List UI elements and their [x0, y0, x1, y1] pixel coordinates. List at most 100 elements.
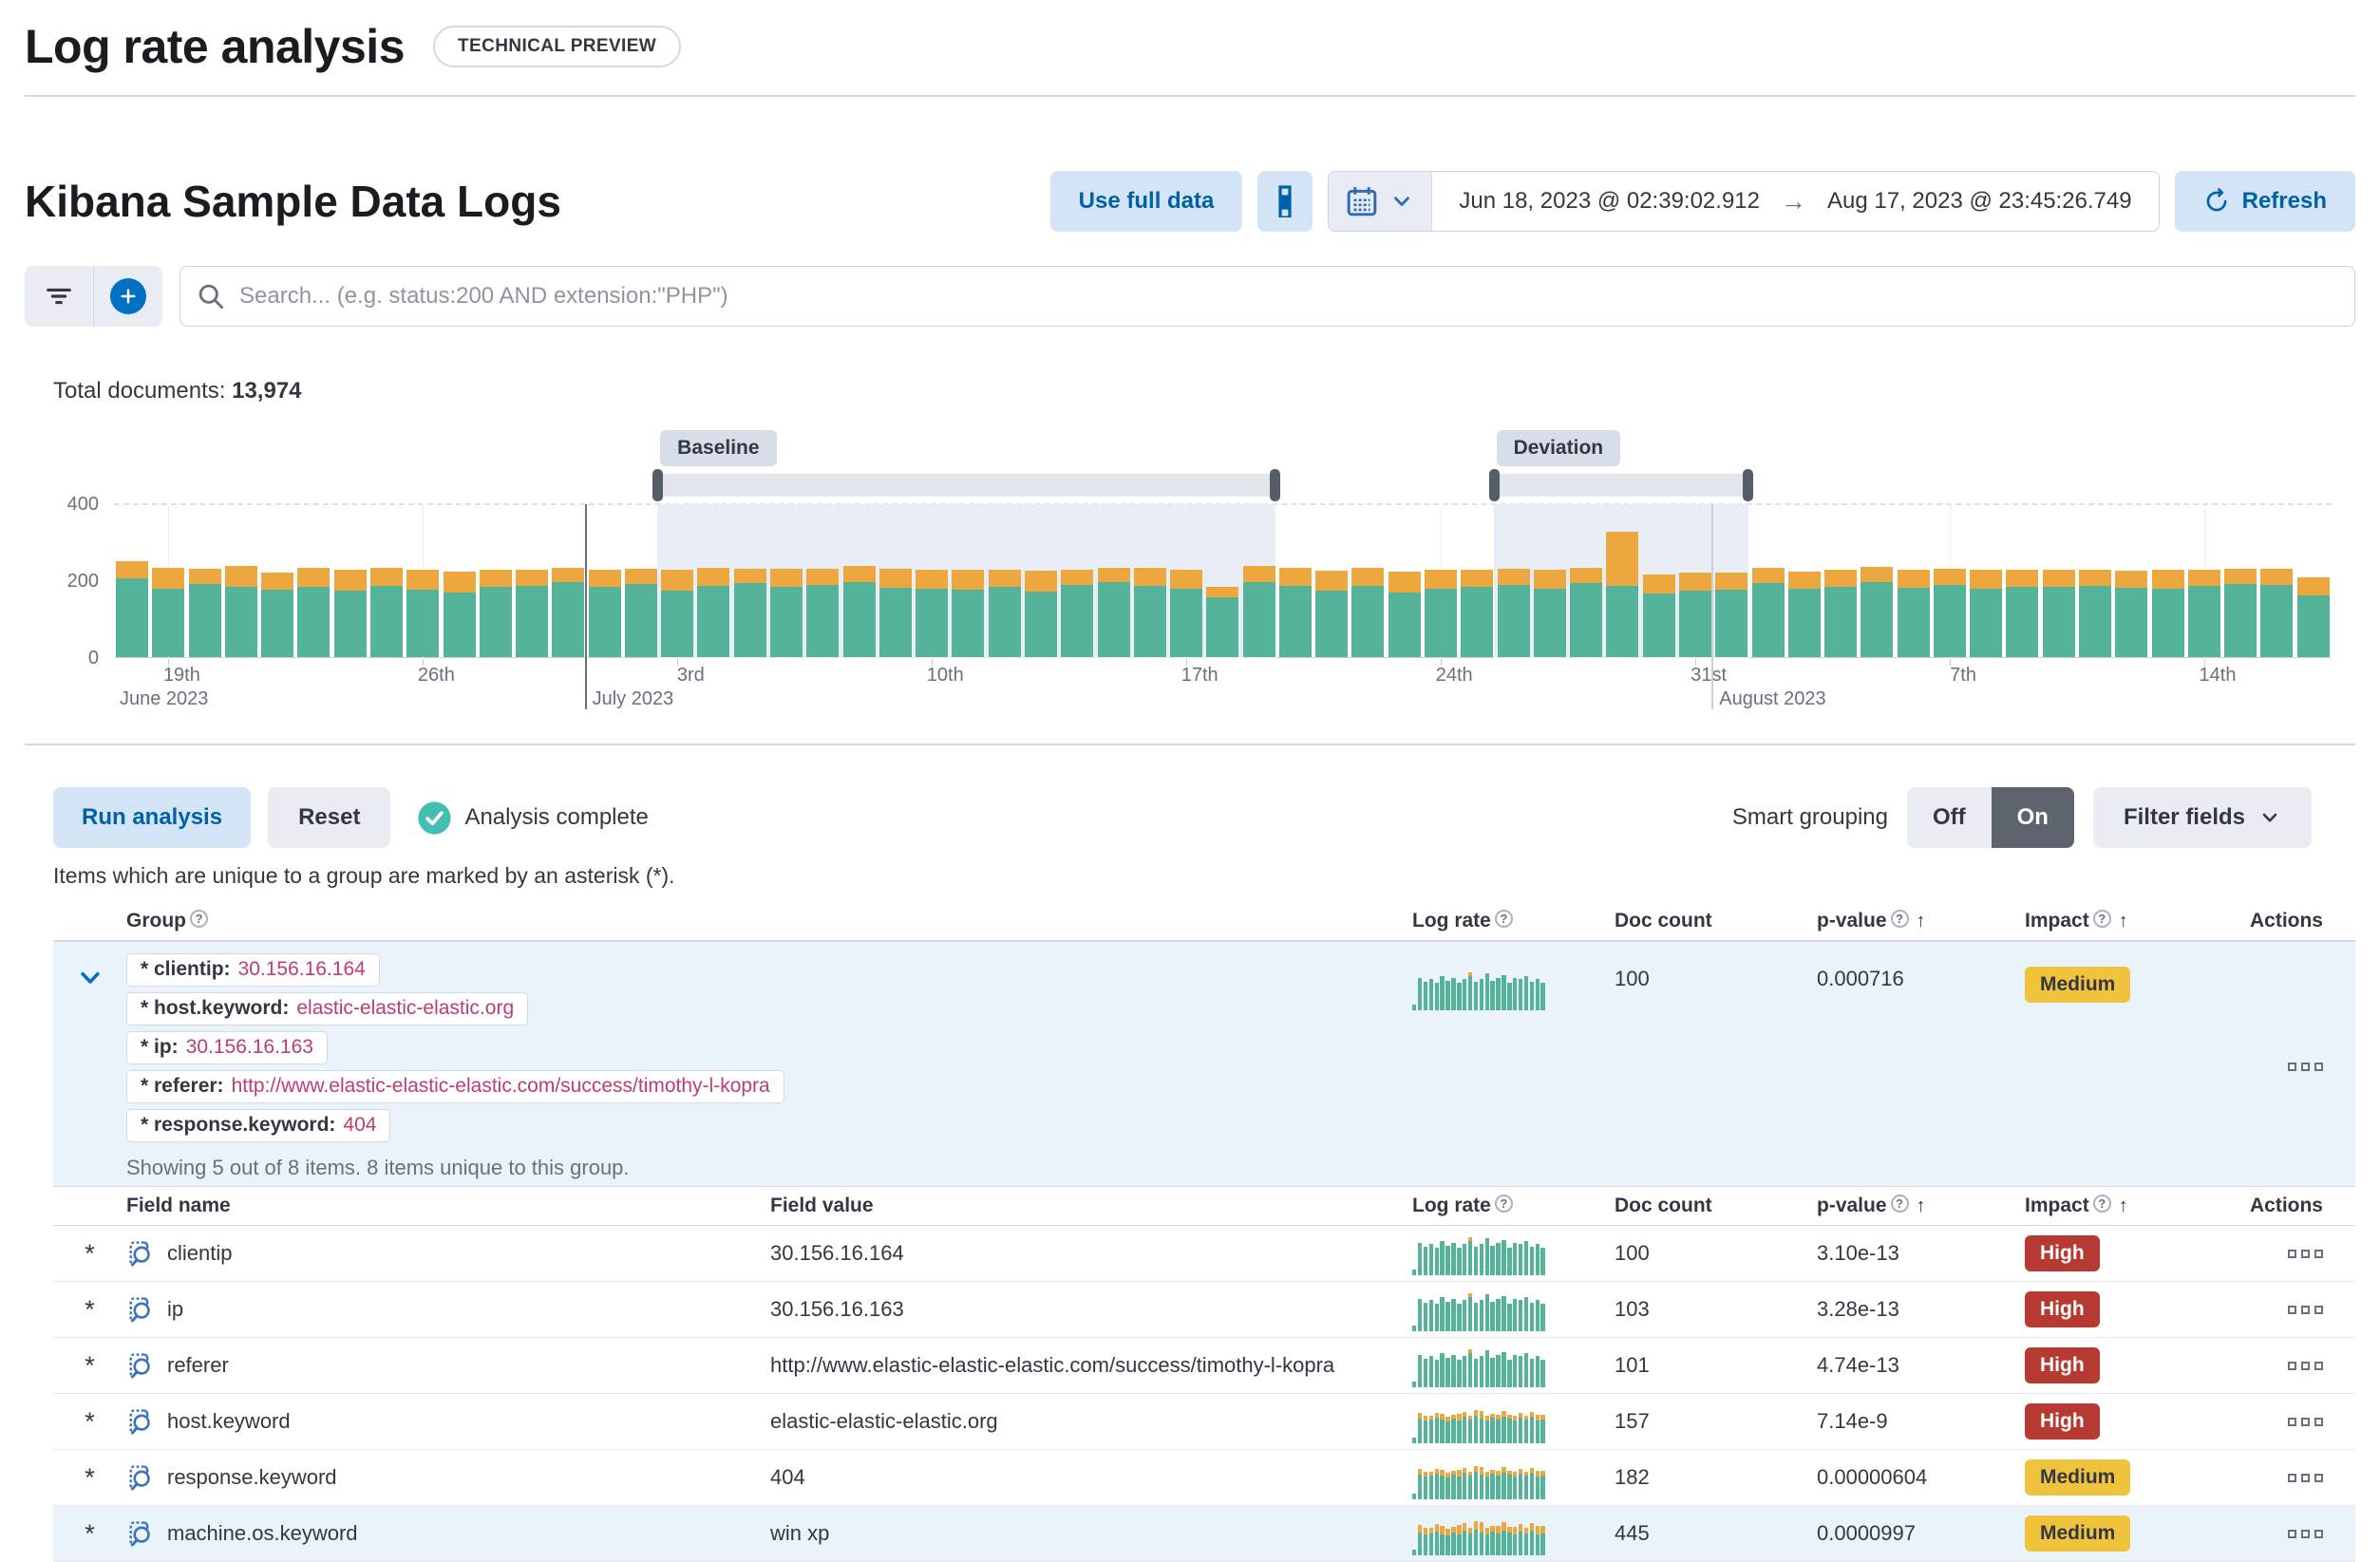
- histogram-bar[interactable]: [297, 568, 330, 657]
- histogram-bar[interactable]: [1824, 570, 1857, 657]
- field-row[interactable]: *response.keyword4041820.00000604Medium: [53, 1450, 2355, 1506]
- histogram-bar[interactable]: [444, 572, 476, 657]
- histogram-bar[interactable]: [1570, 568, 1602, 657]
- histogram-bar[interactable]: [370, 568, 403, 657]
- group-column-header[interactable]: Group?: [126, 910, 1412, 932]
- chart-plot-area[interactable]: [114, 504, 2332, 658]
- group-item-pill[interactable]: * referer:http://www.elastic-elastic-ela…: [126, 1070, 784, 1103]
- log-rate-column-header[interactable]: Log rate?: [1412, 910, 1615, 932]
- histogram-bar[interactable]: [952, 570, 984, 657]
- group-item-pill[interactable]: * clientip:30.156.16.164: [126, 953, 380, 987]
- histogram-bar[interactable]: [1098, 568, 1130, 657]
- histogram-bar[interactable]: [1025, 571, 1057, 657]
- histogram-bar[interactable]: [1861, 567, 1893, 657]
- histogram-bar[interactable]: [1679, 573, 1711, 657]
- histogram-bar[interactable]: [116, 561, 148, 657]
- log-rate-column-header[interactable]: Log rate?: [1412, 1195, 1615, 1217]
- field-row[interactable]: *ip30.156.16.1631033.28e-13High: [53, 1282, 2355, 1338]
- date-picker-quick-menu[interactable]: [1329, 172, 1432, 231]
- actions-menu-icon[interactable]: [2288, 1418, 2323, 1426]
- histogram-bar[interactable]: [589, 570, 621, 657]
- actions-menu-icon[interactable]: [2288, 1362, 2323, 1370]
- histogram-bar[interactable]: [734, 569, 766, 657]
- actions-menu-icon[interactable]: [2288, 1530, 2323, 1538]
- p-value-column-header[interactable]: p-value?↑: [1817, 910, 2025, 932]
- date-to[interactable]: Aug 17, 2023 @ 23:45:26.749: [1827, 188, 2132, 215]
- histogram-bar[interactable]: [806, 569, 839, 657]
- smart-grouping-off[interactable]: Off: [1907, 787, 1992, 848]
- histogram-bar[interactable]: [2260, 569, 2293, 657]
- histogram-bar[interactable]: [1788, 572, 1821, 657]
- actions-menu-icon[interactable]: [2288, 1306, 2323, 1314]
- histogram-bar[interactable]: [661, 570, 693, 657]
- baseline-brush-handle-left[interactable]: [652, 469, 663, 501]
- histogram-bar[interactable]: [1351, 568, 1384, 657]
- group-item-pill[interactable]: * response.keyword:404: [126, 1109, 390, 1142]
- field-row[interactable]: *clientip30.156.16.1641003.10e-13High: [53, 1226, 2355, 1282]
- histogram-bar[interactable]: [916, 570, 948, 657]
- smart-grouping-on[interactable]: On: [1992, 787, 2074, 848]
- histogram-bar[interactable]: [2079, 570, 2111, 657]
- histogram-bar[interactable]: [1498, 569, 1530, 657]
- histogram-bar[interactable]: [1061, 570, 1093, 657]
- run-analysis-button[interactable]: Run analysis: [53, 787, 251, 848]
- actions-menu-icon[interactable]: [2288, 1063, 2323, 1071]
- field-row[interactable]: *machine.os.keywordwin xp4450.0000997Med…: [53, 1506, 2355, 1562]
- histogram-bar[interactable]: [261, 573, 293, 657]
- histogram-bar[interactable]: [1243, 566, 1275, 657]
- filter-menu-button[interactable]: [25, 266, 93, 327]
- baseline-brush[interactable]: [657, 474, 1275, 497]
- histogram-bar[interactable]: [334, 570, 367, 657]
- histogram-bar[interactable]: [1315, 571, 1348, 657]
- histogram-bar[interactable]: [1752, 568, 1785, 657]
- histogram-bar[interactable]: [625, 569, 657, 657]
- histogram-bar[interactable]: [1715, 573, 1747, 657]
- search-input[interactable]: [179, 266, 2355, 327]
- histogram-bar[interactable]: [843, 566, 876, 657]
- histogram-bar[interactable]: [1606, 532, 1638, 657]
- histogram-bar[interactable]: [2224, 569, 2257, 657]
- histogram-bar[interactable]: [1388, 572, 1421, 657]
- histogram-bar[interactable]: [552, 568, 584, 657]
- doc-count-column-header[interactable]: Doc count: [1615, 1195, 1817, 1217]
- collapse-group-button[interactable]: [77, 965, 104, 997]
- histogram-bar[interactable]: [1134, 568, 1166, 657]
- histogram-bar[interactable]: [1461, 570, 1493, 657]
- histogram-bar[interactable]: [152, 568, 184, 657]
- date-from[interactable]: Jun 18, 2023 @ 02:39:02.912: [1459, 188, 1760, 215]
- histogram-bar[interactable]: [1170, 570, 1202, 657]
- histogram-bar[interactable]: [1534, 570, 1566, 657]
- add-filter-button[interactable]: [94, 266, 162, 327]
- deviation-brush[interactable]: [1494, 474, 1748, 497]
- filter-fields-button[interactable]: Filter fields: [2093, 787, 2312, 848]
- deviation-brush-handle-left[interactable]: [1489, 469, 1500, 501]
- impact-column-header[interactable]: Impact?↑: [2025, 910, 2249, 932]
- histogram-bar[interactable]: [2297, 577, 2330, 657]
- histogram-bar[interactable]: [2188, 570, 2220, 657]
- field-name-column-header[interactable]: Field name: [126, 1195, 770, 1217]
- date-range-picker[interactable]: Jun 18, 2023 @ 02:39:02.912 → Aug 17, 20…: [1328, 171, 2159, 232]
- group-row[interactable]: * clientip:30.156.16.164 * host.keyword:e…: [53, 942, 2355, 1186]
- histogram-bar[interactable]: [1898, 570, 1930, 657]
- group-item-pill[interactable]: * host.keyword:elastic-elastic-elastic.o…: [126, 992, 528, 1026]
- histogram-bar[interactable]: [2152, 570, 2184, 657]
- histogram-bar[interactable]: [1934, 569, 1966, 657]
- doc-count-column-header[interactable]: Doc count: [1615, 910, 1817, 932]
- histogram-bar[interactable]: [2006, 570, 2038, 657]
- p-value-column-header[interactable]: p-value?↑: [1817, 1195, 2025, 1217]
- field-row[interactable]: *refererhttp://www.elastic-elastic-elast…: [53, 1338, 2355, 1394]
- boxes-vertical-icon-button[interactable]: [1257, 171, 1313, 232]
- group-item-pill[interactable]: * ip:30.156.16.163: [126, 1031, 328, 1064]
- histogram-bar[interactable]: [989, 570, 1021, 657]
- impact-column-header[interactable]: Impact?↑: [2025, 1195, 2249, 1217]
- reset-button[interactable]: Reset: [268, 787, 390, 848]
- deviation-brush-handle-right[interactable]: [1743, 469, 1753, 501]
- histogram-bar[interactable]: [2115, 571, 2147, 657]
- histogram-bar[interactable]: [480, 570, 512, 657]
- use-full-data-button[interactable]: Use full data: [1050, 171, 1243, 232]
- field-value-column-header[interactable]: Field value: [770, 1195, 1412, 1217]
- histogram-bar[interactable]: [2043, 570, 2075, 657]
- histogram-bar[interactable]: [1425, 570, 1457, 657]
- histogram-bar[interactable]: [1643, 574, 1675, 657]
- histogram-bar[interactable]: [770, 569, 803, 657]
